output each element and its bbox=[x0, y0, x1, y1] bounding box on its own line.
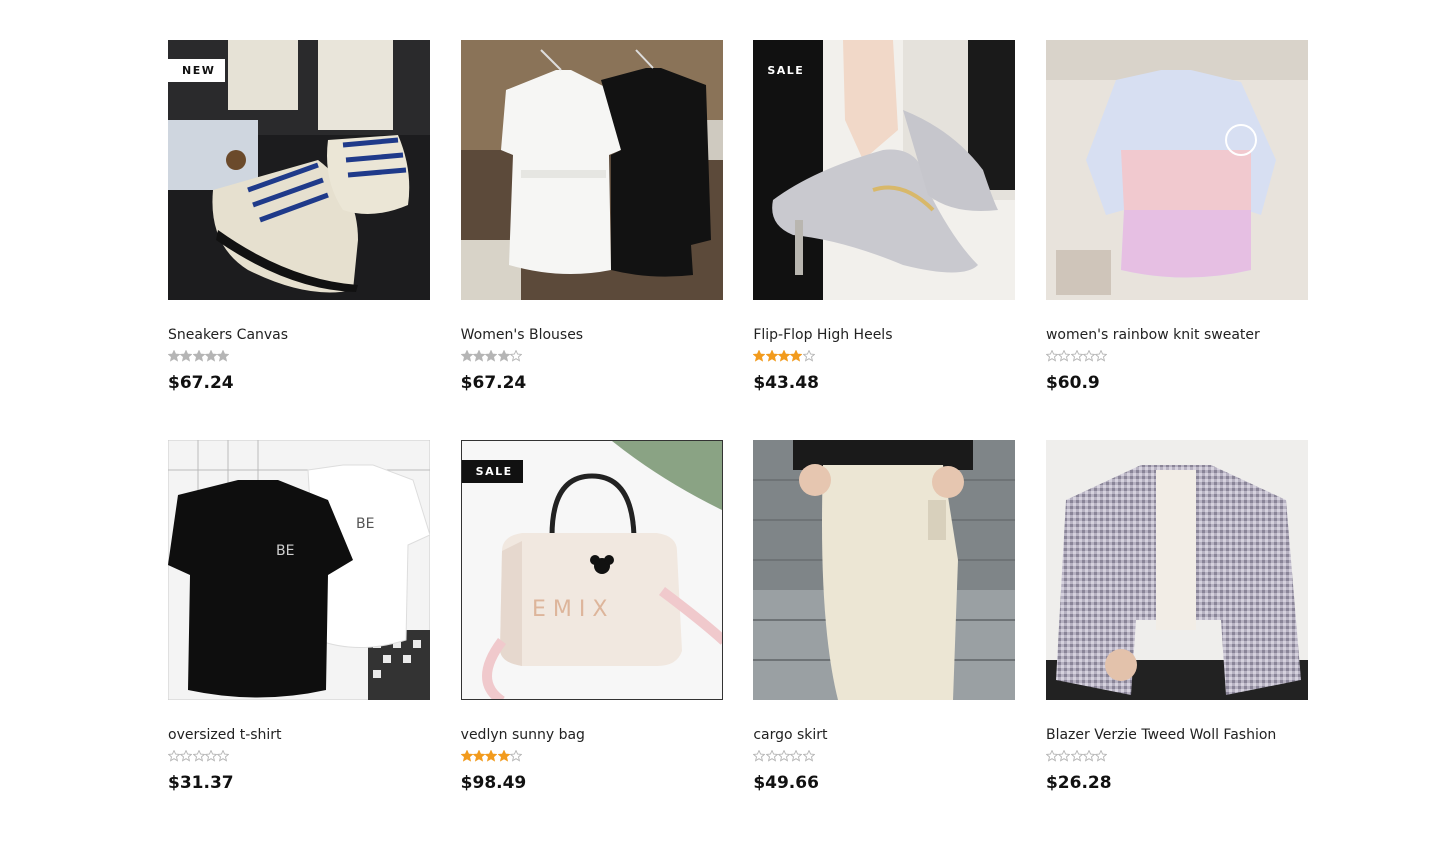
star-rating bbox=[168, 350, 430, 364]
star-icon bbox=[1070, 750, 1083, 762]
star-icon bbox=[460, 750, 473, 762]
product-grid: NEW Sneakers Canvas $67.24 Women's Blous… bbox=[168, 40, 1308, 800]
star-icon bbox=[180, 750, 193, 762]
product-price: $31.37 bbox=[168, 773, 234, 793]
product-title[interactable]: women's rainbow knit sweater bbox=[1046, 326, 1308, 344]
star-icon bbox=[753, 750, 766, 762]
product-card[interactable]: SALE Flip-Flop High Heels $43.48 bbox=[753, 40, 1016, 400]
star-icon bbox=[180, 350, 193, 362]
product-title[interactable]: vedlyn sunny bag bbox=[461, 726, 723, 744]
star-icon bbox=[497, 750, 510, 762]
product-price: $67.24 bbox=[168, 373, 234, 393]
product-title[interactable]: Flip-Flop High Heels bbox=[753, 326, 1015, 344]
star-icon bbox=[1058, 350, 1071, 362]
star-icon bbox=[777, 350, 790, 362]
star-icon bbox=[485, 350, 498, 362]
badge: NEW bbox=[168, 59, 226, 82]
product-price: $60.9 bbox=[1045, 373, 1100, 393]
star-icon bbox=[1095, 350, 1108, 362]
star-icon bbox=[204, 750, 217, 762]
product-price: $49.66 bbox=[753, 773, 819, 793]
product-image-blazer[interactable] bbox=[1045, 440, 1308, 700]
star-icon bbox=[168, 350, 180, 362]
product-price: $67.24 bbox=[460, 373, 527, 393]
star-icon bbox=[217, 350, 230, 362]
product-title[interactable]: oversized t-shirt bbox=[168, 726, 430, 744]
product-image-tshirt[interactable]: BE BE bbox=[168, 440, 430, 700]
star-rating bbox=[168, 750, 430, 764]
star-rating bbox=[753, 350, 1015, 364]
product-card[interactable]: BE BE oversized t-shirt $31.37 bbox=[168, 440, 430, 800]
product-card[interactable]: women's rainbow knit sweater $60.9 bbox=[1045, 40, 1308, 400]
product-image-bag[interactable]: E M I X SALE bbox=[460, 440, 723, 700]
star-icon bbox=[802, 750, 815, 762]
star-icon bbox=[168, 750, 180, 762]
star-rating bbox=[1045, 350, 1308, 364]
product-title[interactable]: Women's Blouses bbox=[461, 326, 723, 344]
product-price: $26.28 bbox=[1045, 773, 1112, 793]
product-image-skirt[interactable] bbox=[753, 440, 1016, 700]
product-image-heels[interactable]: SALE bbox=[753, 40, 1016, 300]
star-icon bbox=[777, 750, 790, 762]
star-icon bbox=[217, 750, 230, 762]
product-title[interactable]: Sneakers Canvas bbox=[168, 326, 430, 344]
star-icon bbox=[472, 750, 485, 762]
product-card[interactable]: Blazer Verzie Tweed Woll Fashion $26.28 bbox=[1045, 440, 1308, 800]
star-icon bbox=[1045, 750, 1058, 762]
product-image-blouses[interactable] bbox=[460, 40, 723, 300]
star-icon bbox=[192, 350, 205, 362]
star-rating bbox=[1045, 750, 1308, 764]
star-icon bbox=[472, 350, 485, 362]
star-icon bbox=[1045, 350, 1058, 362]
star-icon bbox=[790, 350, 803, 362]
product-card[interactable]: E M I X SALE vedlyn sunny bag $98.49 bbox=[460, 440, 723, 800]
product-card[interactable]: NEW Sneakers Canvas $67.24 bbox=[168, 40, 430, 400]
product-card[interactable]: Women's Blouses $67.24 bbox=[460, 40, 723, 400]
star-icon bbox=[509, 750, 522, 762]
star-icon bbox=[790, 750, 803, 762]
star-icon bbox=[765, 350, 778, 362]
star-icon bbox=[460, 350, 473, 362]
star-icon bbox=[765, 750, 778, 762]
svg-text:BE: BE bbox=[276, 543, 294, 559]
star-icon bbox=[192, 750, 205, 762]
product-card[interactable]: cargo skirt $49.66 bbox=[753, 440, 1016, 800]
svg-text:BE: BE bbox=[356, 516, 374, 532]
star-icon bbox=[802, 350, 815, 362]
star-icon bbox=[1070, 350, 1083, 362]
star-rating bbox=[753, 750, 1015, 764]
star-icon bbox=[1082, 750, 1095, 762]
star-icon bbox=[497, 350, 510, 362]
product-image-sweater[interactable] bbox=[1045, 40, 1308, 300]
star-rating bbox=[460, 750, 723, 764]
star-icon bbox=[204, 350, 217, 362]
product-image-sneakers[interactable]: NEW bbox=[168, 40, 430, 300]
star-icon bbox=[1058, 750, 1071, 762]
product-title[interactable]: Blazer Verzie Tweed Woll Fashion bbox=[1046, 726, 1308, 744]
star-rating bbox=[460, 350, 723, 364]
star-icon bbox=[509, 350, 522, 362]
star-icon bbox=[485, 750, 498, 762]
badge: SALE bbox=[753, 59, 815, 82]
product-title[interactable]: cargo skirt bbox=[753, 726, 1015, 744]
badge: SALE bbox=[461, 460, 523, 483]
product-price: $98.49 bbox=[460, 773, 527, 793]
star-icon bbox=[753, 350, 766, 362]
star-icon bbox=[1095, 750, 1108, 762]
product-price: $43.48 bbox=[753, 373, 819, 393]
svg-text:E M I X: E M I X bbox=[532, 597, 607, 622]
star-icon bbox=[1082, 350, 1095, 362]
